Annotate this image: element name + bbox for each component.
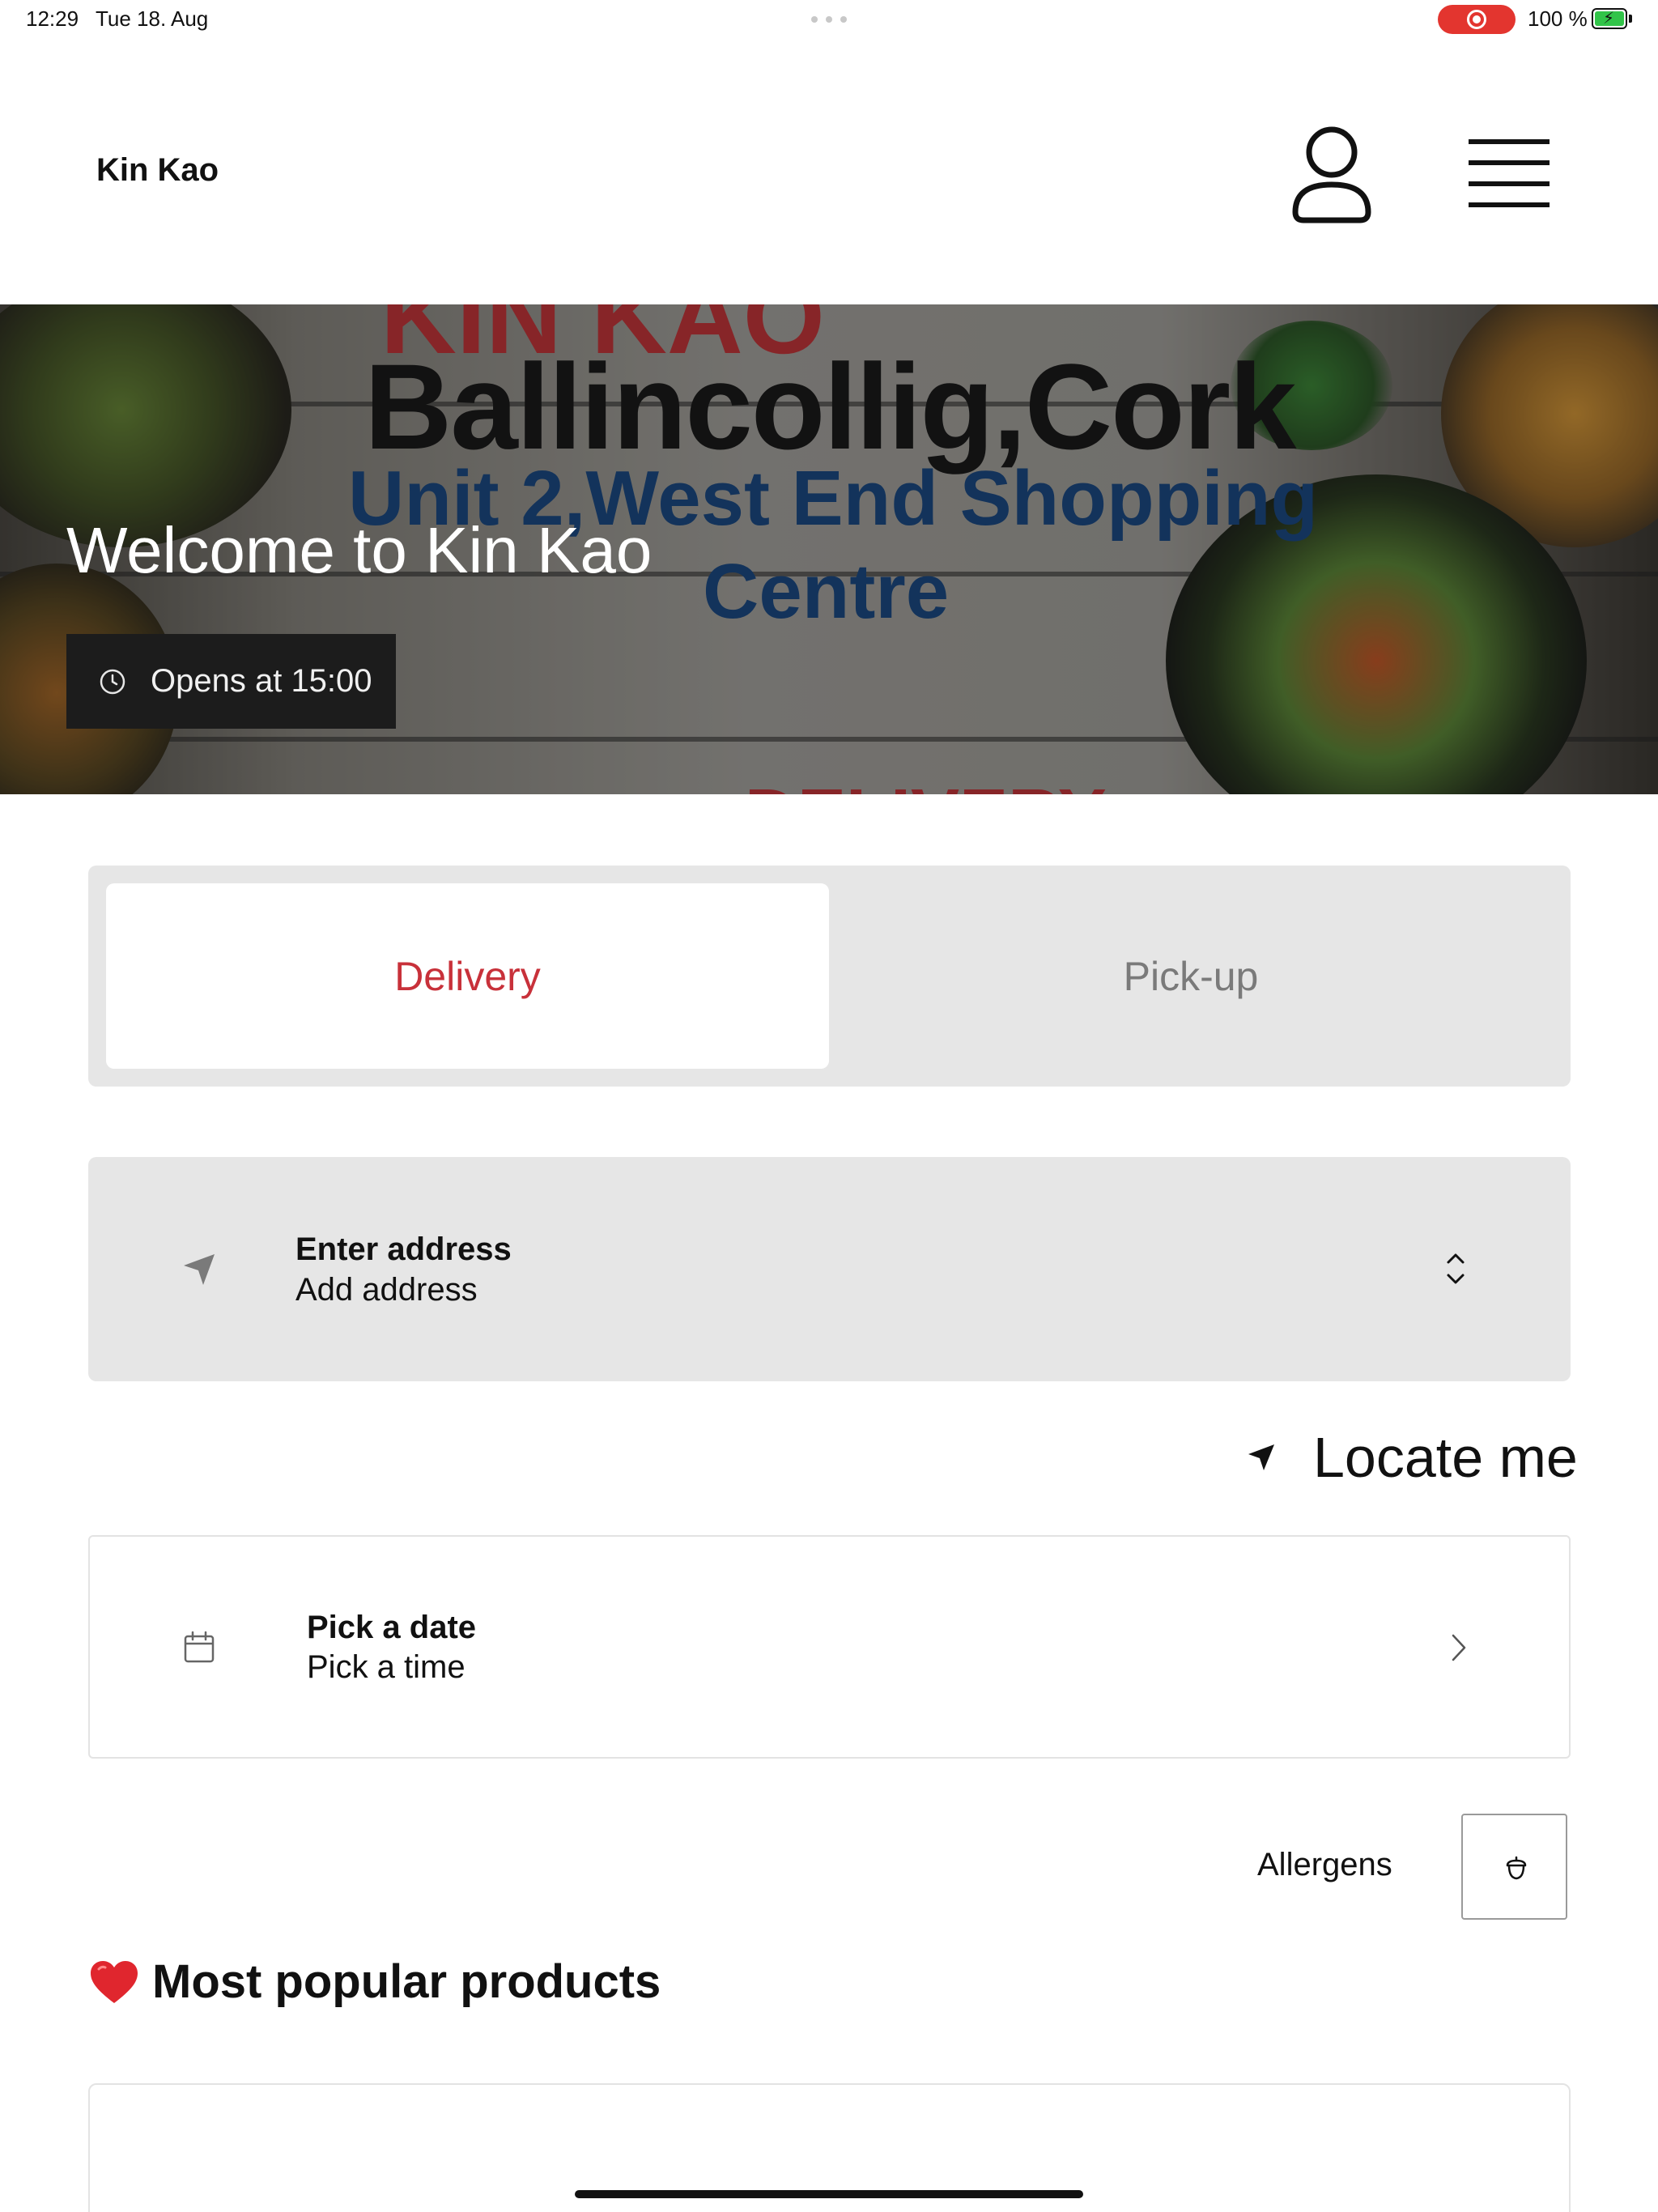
popular-products-heading: Most popular products bbox=[89, 1955, 661, 2009]
home-indicator[interactable] bbox=[575, 2190, 1083, 2198]
locate-me-label: Locate me bbox=[1313, 1426, 1578, 1489]
date-time-selector[interactable]: Pick a date Pick a time bbox=[88, 1535, 1571, 1759]
opening-hours-badge: Opens at 15:00 bbox=[66, 634, 396, 729]
address-selector[interactable]: Enter address Add address bbox=[88, 1157, 1571, 1381]
address-subtitle: Add address bbox=[295, 1272, 478, 1308]
date-title: Pick a date bbox=[307, 1610, 477, 1645]
clock-icon bbox=[100, 669, 125, 694]
status-time: 12:29 bbox=[26, 6, 79, 31]
heart-icon bbox=[91, 1960, 138, 2003]
order-mode-toggle: Delivery Pick-up bbox=[88, 866, 1571, 1087]
locate-me-button[interactable]: Locate me bbox=[1245, 1425, 1578, 1490]
status-date: Tue 18. Aug bbox=[96, 6, 209, 31]
tab-pickup[interactable]: Pick-up bbox=[829, 883, 1553, 1069]
tab-delivery[interactable]: Delivery bbox=[106, 883, 829, 1069]
acorn-icon bbox=[1506, 1856, 1527, 1880]
chevron-up-down-icon bbox=[1447, 1253, 1465, 1284]
battery-cap bbox=[1629, 15, 1632, 23]
battery-icon: ⚡ bbox=[1592, 8, 1627, 29]
hamburger-icon[interactable] bbox=[1457, 130, 1561, 219]
address-title: Enter address bbox=[295, 1231, 512, 1267]
multitasking-dots-icon[interactable] bbox=[811, 16, 847, 23]
brand-name[interactable]: Kin Kao bbox=[96, 152, 219, 189]
welcome-title: Welcome to Kin Kao bbox=[66, 514, 653, 586]
navigation-arrow-icon bbox=[184, 1254, 215, 1285]
opens-at-label: Opens at 15:00 bbox=[151, 663, 372, 699]
time-subtitle: Pick a time bbox=[307, 1649, 466, 1685]
allergens-button[interactable] bbox=[1461, 1814, 1567, 1920]
battery-percent: 100 % bbox=[1528, 6, 1588, 31]
hero-banner: KIN KAO Ballincollig,Cork Unit 2,West En… bbox=[0, 304, 1658, 794]
calendar-icon bbox=[184, 1631, 215, 1663]
user-icon[interactable] bbox=[1287, 121, 1376, 227]
popular-products-title: Most popular products bbox=[152, 1955, 661, 2008]
chevron-right-icon bbox=[1452, 1634, 1466, 1661]
screen-recording-icon[interactable] bbox=[1438, 5, 1516, 34]
allergens-label: Allergens bbox=[1257, 1847, 1392, 1882]
location-arrow-icon bbox=[1248, 1444, 1274, 1470]
status-bar: 12:29 Tue 18. Aug 100 % ⚡ bbox=[0, 0, 1658, 40]
